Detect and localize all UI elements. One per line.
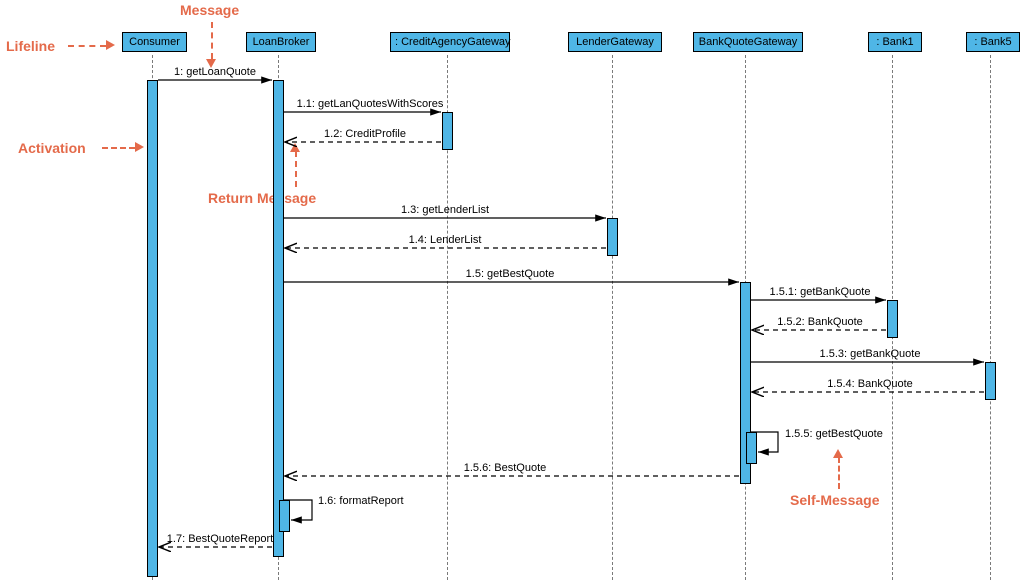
lifeline-label: BankQuoteGateway (699, 36, 797, 48)
lifeline-dash (612, 55, 613, 580)
message-label: 1.3: getLenderList (380, 204, 510, 216)
message-label: 1.5.6: BestQuote (450, 462, 560, 474)
lifeline-label: : CreditAgencyGateway (395, 36, 511, 48)
annotation-lifeline: Lifeline (6, 38, 55, 54)
activation-loanbroker (273, 80, 284, 557)
message-label: 1.1: getLanQuotesWithScores (290, 98, 450, 110)
message-label: 1.2: CreditProfile (310, 128, 420, 140)
annotation-self-message: Self-Message (790, 492, 879, 508)
activation-loanbroker-self (279, 500, 290, 532)
lifeline-label: LoanBroker (253, 36, 310, 48)
annotation-return-message: Return Message (208, 190, 316, 206)
message-label: 1.5.2: BankQuote (770, 316, 870, 328)
lifeline-label: LenderGateway (576, 36, 654, 48)
chevron-right-icon (135, 142, 144, 152)
annotation-message: Message (180, 2, 239, 18)
chevron-right-icon (106, 40, 115, 50)
lifeline-bank5: : Bank5 (966, 32, 1020, 52)
activation-bank5 (985, 362, 996, 400)
chevron-up-icon (833, 449, 843, 458)
lifeline-loanbroker: LoanBroker (246, 32, 316, 52)
annotation-arrow (838, 457, 840, 489)
activation-bank1 (887, 300, 898, 338)
activation-consumer (147, 80, 158, 577)
message-label: 1.5: getBestQuote (455, 268, 565, 280)
activation-bqg-self (746, 432, 757, 464)
message-label: 1.5.5: getBestQuote (785, 428, 905, 440)
annotation-arrow (295, 151, 297, 187)
lifeline-label: Consumer (129, 36, 180, 48)
lifeline-lendergateway: LenderGateway (568, 32, 662, 52)
message-label: 1.6: formatReport (318, 495, 418, 507)
lifeline-bank1: : Bank1 (868, 32, 922, 52)
chevron-up-icon (290, 143, 300, 152)
message-label: 1.5.1: getBankQuote (760, 286, 880, 298)
activation-lendergateway (607, 218, 618, 256)
lifeline-dash (990, 55, 991, 580)
lifeline-consumer: Consumer (122, 32, 187, 52)
message-label: 1: getLoanQuote (165, 66, 265, 78)
message-label: 1.4: LenderList (395, 234, 495, 246)
message-label: 1.5.4: BankQuote (820, 378, 920, 390)
lifeline-creditagency: : CreditAgencyGateway (390, 32, 510, 52)
lifeline-bankquotegateway: BankQuoteGateway (693, 32, 803, 52)
annotation-arrow (211, 22, 213, 59)
message-label: 1.7: BestQuoteReport (160, 533, 280, 545)
annotation-arrow (68, 45, 106, 47)
message-label: 1.5.3: getBankQuote (810, 348, 930, 360)
annotation-arrow (102, 147, 135, 149)
lifeline-label: : Bank5 (974, 36, 1011, 48)
annotation-activation: Activation (18, 140, 86, 156)
lifeline-label: : Bank1 (876, 36, 913, 48)
activation-creditagency (442, 112, 453, 150)
